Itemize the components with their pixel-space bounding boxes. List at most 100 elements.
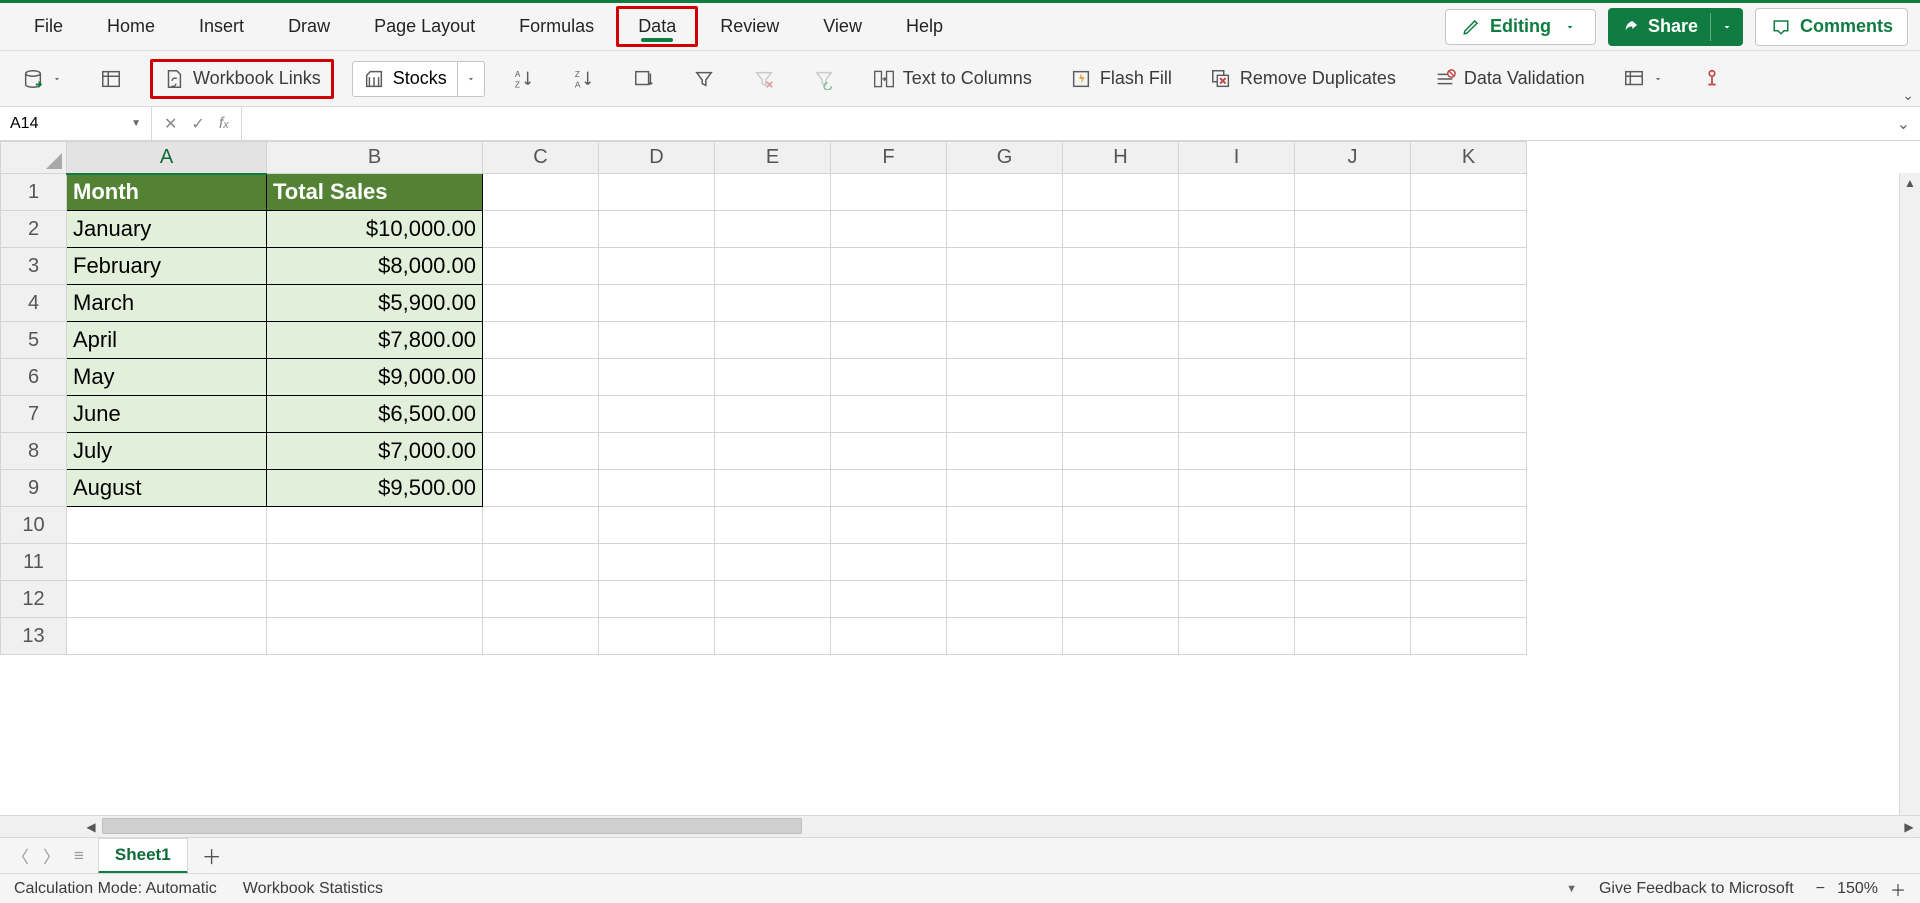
cell-J4[interactable]: [1295, 285, 1411, 322]
cell-A3[interactable]: February: [67, 248, 267, 285]
cell-E6[interactable]: [715, 359, 831, 396]
cell-F6[interactable]: [831, 359, 947, 396]
tab-data[interactable]: Data: [616, 6, 698, 47]
hscroll-thumb[interactable]: [102, 818, 802, 834]
cell-E1[interactable]: [715, 174, 831, 211]
cell-A5[interactable]: April: [67, 322, 267, 359]
zoom-out-button[interactable]: −: [1816, 880, 1825, 898]
tab-insert[interactable]: Insert: [177, 6, 266, 47]
cell-E12[interactable]: [715, 581, 831, 618]
from-table-button[interactable]: [90, 62, 132, 96]
tab-help[interactable]: Help: [884, 6, 965, 47]
cell-H8[interactable]: [1063, 433, 1179, 470]
enter-icon[interactable]: ✓: [191, 114, 204, 134]
cancel-icon[interactable]: ✕: [164, 114, 177, 134]
cell-B12[interactable]: [267, 581, 483, 618]
cell-C12[interactable]: [483, 581, 599, 618]
cell-F2[interactable]: [831, 211, 947, 248]
row-header-10[interactable]: 10: [1, 507, 67, 544]
clear-filter-button[interactable]: [743, 62, 785, 96]
help-dropdown-icon[interactable]: ▼: [1566, 883, 1577, 895]
cell-K7[interactable]: [1411, 396, 1527, 433]
column-header-D[interactable]: D: [599, 142, 715, 174]
cell-J1[interactable]: [1295, 174, 1411, 211]
cell-A1[interactable]: Month: [67, 174, 267, 211]
cell-D1[interactable]: [599, 174, 715, 211]
column-header-I[interactable]: I: [1179, 142, 1295, 174]
cell-B5[interactable]: $7,800.00: [267, 322, 483, 359]
cell-H1[interactable]: [1063, 174, 1179, 211]
name-box[interactable]: A14 ▼: [0, 107, 152, 140]
cell-F12[interactable]: [831, 581, 947, 618]
cell-K11[interactable]: [1411, 544, 1527, 581]
cell-C5[interactable]: [483, 322, 599, 359]
cell-B7[interactable]: $6,500.00: [267, 396, 483, 433]
cell-C11[interactable]: [483, 544, 599, 581]
cell-E5[interactable]: [715, 322, 831, 359]
cell-F7[interactable]: [831, 396, 947, 433]
cell-C2[interactable]: [483, 211, 599, 248]
cell-D4[interactable]: [599, 285, 715, 322]
calc-mode-label[interactable]: Calculation Mode: Automatic: [14, 880, 217, 898]
cell-D10[interactable]: [599, 507, 715, 544]
cell-K13[interactable]: [1411, 618, 1527, 655]
cell-G9[interactable]: [947, 470, 1063, 507]
sheet-list-icon[interactable]: ≡: [74, 846, 84, 866]
cell-K6[interactable]: [1411, 359, 1527, 396]
cell-K9[interactable]: [1411, 470, 1527, 507]
cell-A6[interactable]: May: [67, 359, 267, 396]
remove-duplicates-button[interactable]: Remove Duplicates: [1200, 62, 1406, 96]
cell-D9[interactable]: [599, 470, 715, 507]
cell-B11[interactable]: [267, 544, 483, 581]
cell-A4[interactable]: March: [67, 285, 267, 322]
cell-I2[interactable]: [1179, 211, 1295, 248]
formula-input[interactable]: [242, 107, 1887, 140]
sort-descending-button[interactable]: ZA: [563, 62, 605, 96]
cell-C1[interactable]: [483, 174, 599, 211]
cell-G2[interactable]: [947, 211, 1063, 248]
cell-H11[interactable]: [1063, 544, 1179, 581]
cell-J8[interactable]: [1295, 433, 1411, 470]
outline-button[interactable]: [1613, 62, 1673, 96]
cell-G4[interactable]: [947, 285, 1063, 322]
row-header-3[interactable]: 3: [1, 248, 67, 285]
cell-B4[interactable]: $5,900.00: [267, 285, 483, 322]
cell-A13[interactable]: [67, 618, 267, 655]
cell-K5[interactable]: [1411, 322, 1527, 359]
cell-J13[interactable]: [1295, 618, 1411, 655]
cell-I10[interactable]: [1179, 507, 1295, 544]
tab-file[interactable]: File: [12, 6, 85, 47]
cell-E4[interactable]: [715, 285, 831, 322]
cell-J9[interactable]: [1295, 470, 1411, 507]
reapply-filter-button[interactable]: [803, 62, 845, 96]
select-all-corner[interactable]: [1, 142, 67, 174]
stocks-dropdown[interactable]: [457, 62, 484, 96]
cell-E13[interactable]: [715, 618, 831, 655]
cell-B9[interactable]: $9,500.00: [267, 470, 483, 507]
cell-G3[interactable]: [947, 248, 1063, 285]
cell-A8[interactable]: July: [67, 433, 267, 470]
cell-K12[interactable]: [1411, 581, 1527, 618]
cell-K8[interactable]: [1411, 433, 1527, 470]
cell-K2[interactable]: [1411, 211, 1527, 248]
tab-draw[interactable]: Draw: [266, 6, 352, 47]
cell-F10[interactable]: [831, 507, 947, 544]
cell-A10[interactable]: [67, 507, 267, 544]
cell-F4[interactable]: [831, 285, 947, 322]
row-header-13[interactable]: 13: [1, 618, 67, 655]
cell-I8[interactable]: [1179, 433, 1295, 470]
get-data-button[interactable]: [12, 62, 72, 96]
filter-button[interactable]: [683, 62, 725, 96]
cell-C3[interactable]: [483, 248, 599, 285]
cell-E2[interactable]: [715, 211, 831, 248]
row-header-9[interactable]: 9: [1, 470, 67, 507]
cell-G7[interactable]: [947, 396, 1063, 433]
cell-I5[interactable]: [1179, 322, 1295, 359]
cell-G1[interactable]: [947, 174, 1063, 211]
cell-J10[interactable]: [1295, 507, 1411, 544]
cell-A12[interactable]: [67, 581, 267, 618]
cell-F9[interactable]: [831, 470, 947, 507]
column-header-F[interactable]: F: [831, 142, 947, 174]
share-button-split[interactable]: [1710, 13, 1743, 41]
cell-J2[interactable]: [1295, 211, 1411, 248]
